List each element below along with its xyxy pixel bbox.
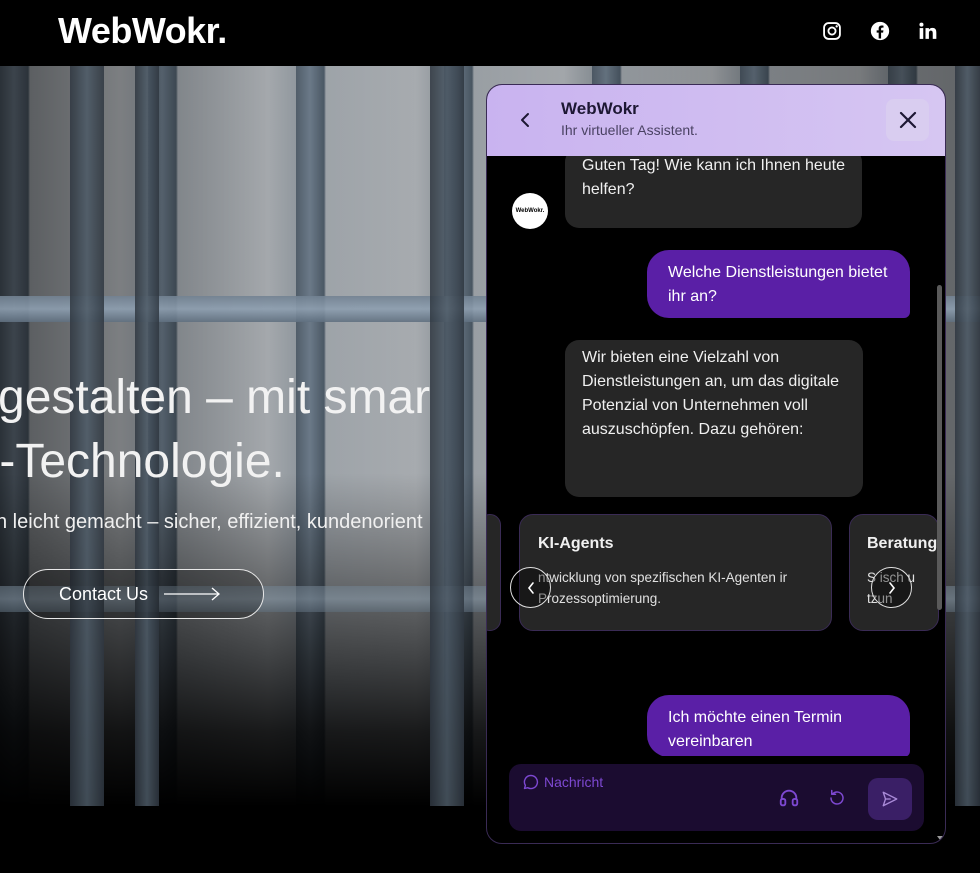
message-input[interactable]: Nachricht bbox=[523, 774, 603, 790]
chat-scrollbar[interactable] bbox=[937, 285, 942, 610]
chat-title: WebWokr bbox=[561, 99, 639, 118]
carousel-next-button[interactable] bbox=[871, 567, 912, 608]
service-card-title: KI-Agents bbox=[538, 535, 614, 552]
close-icon bbox=[899, 111, 916, 129]
message-composer: Nachricht bbox=[509, 764, 924, 831]
service-card-description: ntwicklung von spezifischen KI-Agenten i… bbox=[538, 570, 788, 606]
carousel-prev-button[interactable] bbox=[510, 567, 551, 608]
contact-us-label: Contact Us bbox=[59, 583, 149, 604]
bot-avatar: WebWokr. bbox=[512, 193, 548, 229]
arrow-right-icon bbox=[164, 587, 221, 601]
chevron-left-icon bbox=[521, 113, 529, 127]
refresh-icon bbox=[830, 789, 844, 805]
service-card[interactable]: KI-Agents ntwicklung von spezifischen KI… bbox=[519, 514, 832, 631]
close-button[interactable] bbox=[886, 99, 929, 141]
facebook-icon[interactable] bbox=[868, 19, 892, 43]
service-carousel: KI-Agents ntwicklung von spezifischen KI… bbox=[487, 514, 939, 632]
hero-subtitle: n leicht gemacht – sicher, effizient, ku… bbox=[0, 511, 423, 533]
instagram-icon[interactable] bbox=[820, 19, 844, 43]
back-button[interactable] bbox=[515, 110, 535, 130]
bot-message: Guten Tag! Wie kann ich Ihnen heute helf… bbox=[565, 156, 862, 228]
send-icon bbox=[882, 791, 898, 807]
headset-icon bbox=[779, 789, 799, 807]
chat-messages[interactable]: Guten Tag! Wie kann ich Ihnen heute helf… bbox=[487, 156, 945, 756]
chat-widget: WebWokr Ihr virtueller Assistent. Guten … bbox=[486, 84, 946, 844]
bot-message: Wir bieten eine Vielzahl von Dienstleist… bbox=[565, 340, 863, 497]
chevron-right-icon bbox=[888, 581, 895, 594]
logo[interactable]: WebWokr. bbox=[58, 10, 227, 52]
scroll-down-icon[interactable] bbox=[937, 835, 943, 841]
hero-title-line: I-Technologie. bbox=[0, 435, 285, 488]
chat-bubble-icon bbox=[523, 774, 539, 790]
contact-us-button[interactable]: Contact Us bbox=[23, 569, 264, 619]
service-card[interactable] bbox=[487, 514, 501, 631]
chat-header: WebWokr Ihr virtueller Assistent. bbox=[487, 85, 945, 156]
send-button[interactable] bbox=[868, 778, 912, 820]
voice-button[interactable] bbox=[777, 786, 801, 810]
site-header: WebWokr. bbox=[0, 0, 980, 66]
hero-title-line: gestalten – mit smar bbox=[0, 371, 431, 424]
chat-subtitle: Ihr virtueller Assistent. bbox=[561, 122, 698, 138]
reset-button[interactable] bbox=[825, 786, 849, 810]
building-pillar bbox=[955, 66, 980, 806]
linkedin-icon[interactable] bbox=[916, 19, 940, 43]
user-message: Welche Dienstleistungen bietet ihr an? bbox=[647, 250, 910, 318]
chevron-left-icon bbox=[527, 581, 534, 594]
service-card-title: Beratung bbox=[867, 535, 938, 552]
hero-title: gestalten – mit smar I-Technologie. bbox=[0, 366, 484, 494]
user-message: Ich möchte einen Termin vereinbaren bbox=[647, 695, 910, 756]
message-input-placeholder: Nachricht bbox=[544, 774, 604, 790]
